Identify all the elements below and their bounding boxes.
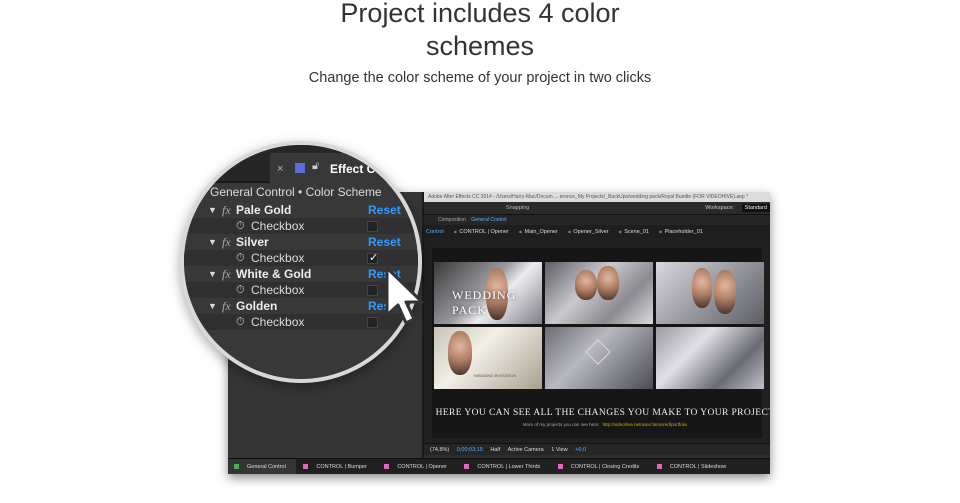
checkbox[interactable]	[367, 317, 378, 328]
composition-tab[interactable]: Composition General Control	[424, 215, 770, 225]
triangle-down-icon[interactable]: ▼	[208, 234, 217, 250]
workspace-label: Workspace:	[705, 205, 735, 211]
timeline-tab-label: CONTROL | Slideshow	[669, 464, 727, 470]
arrow-cursor-icon	[385, 266, 424, 325]
label-color-swatch	[234, 464, 239, 470]
wedding-invitation-text: WEDDING INVITATION	[474, 373, 517, 378]
fx-icon[interactable]: fx	[222, 234, 231, 250]
page-title-line-2: schemes	[425, 31, 535, 61]
tools-toolbar: Snapping Workspace: Standard	[424, 202, 770, 215]
exposure-value[interactable]: +0,0	[575, 444, 586, 455]
timeline-tab[interactable]: CONTROL | Lower Thirds	[458, 459, 550, 474]
breadcrumb-item[interactable]: CONTROL | Opener	[453, 225, 509, 238]
label-color-swatch	[557, 464, 563, 470]
breadcrumb-item[interactable]: Main_Opener	[518, 225, 557, 238]
timeline-tab-label: CONTROL | Closing Credits	[570, 464, 640, 470]
effect-name: Silver	[236, 235, 269, 249]
workspace-selector[interactable]: Workspace: Standard	[699, 204, 770, 212]
breadcrumb-item[interactable]: Placeholder_01	[659, 225, 703, 238]
workspace-value[interactable]: Standard	[741, 204, 770, 212]
reset-button[interactable]: Reset	[368, 202, 401, 218]
project-tab-partial[interactable]: ect	[206, 163, 222, 177]
checkbox-checked[interactable]	[367, 250, 378, 266]
label-color-swatch	[303, 464, 309, 470]
more-projects-text: More of my projects you can see here:	[522, 422, 600, 427]
preview-tile-bride: WEDDING INVITATION	[434, 327, 542, 389]
resolution-select[interactable]: Half	[490, 444, 500, 455]
checkbox[interactable]	[367, 221, 378, 232]
preview-tile-couple	[545, 262, 653, 324]
timeline-tab[interactable]: CONTROL | Closing Credits	[552, 459, 649, 474]
checkbox-label: Checkbox	[251, 315, 305, 329]
lock-icon[interactable]: 🔓︎	[312, 160, 319, 173]
page-subtitle: Change the color scheme of your project …	[308, 70, 652, 86]
label-color-swatch	[656, 464, 662, 470]
triangle-down-icon[interactable]: ▼	[208, 266, 217, 282]
effect-row-pale-gold[interactable]: ▼ fx Pale Gold Reset	[184, 202, 418, 218]
timeline-tab-label: General Control	[247, 464, 286, 470]
fx-icon[interactable]: fx	[222, 202, 231, 218]
label-color-swatch	[464, 464, 470, 470]
preview-tile-couple-2	[656, 262, 764, 324]
composition-tab-label: Composition	[438, 217, 466, 223]
current-time[interactable]: 0;00;03;15	[457, 444, 483, 455]
breadcrumb-item[interactable]: Opener_Silver	[567, 225, 608, 238]
effect-name: Pale Gold	[236, 203, 292, 217]
effect-controls-tab-label: Effect Controls	[330, 162, 417, 176]
preview-more-line: More of my projects you can see here: ht…	[432, 422, 770, 427]
viewer-footer: (74,8%) 0;00;03;15 Half Active Camera 1 …	[424, 443, 770, 455]
fx-icon[interactable]: fx	[222, 298, 231, 314]
magnifier-lens: ect × 🔓︎ Effect Controls General Control…	[180, 141, 422, 383]
composition-viewer[interactable]: WEDDING PACK WEDDING INVITATION HERE YOU…	[424, 238, 770, 443]
timeline-tab[interactable]: CONTROL | Bumper	[297, 459, 376, 474]
triangle-down-icon[interactable]: ▼	[208, 202, 217, 218]
window-title: Adobe After Effects CC 2014 - /Users/Har…	[424, 192, 770, 202]
stopwatch-icon[interactable]: ⏱︎	[236, 282, 245, 298]
checkbox[interactable]	[367, 285, 378, 296]
camera-select[interactable]: Active Camera	[508, 444, 544, 455]
preview-tile-silk	[656, 327, 764, 389]
timeline-tabs: General Control CONTROL | Bumper CONTROL…	[228, 458, 770, 474]
reset-button[interactable]: Reset	[368, 234, 401, 250]
timeline-tab-label: CONTROL | Lower Thirds	[477, 464, 541, 470]
zoom-level[interactable]: (74,8%)	[430, 444, 449, 455]
label-color-swatch	[384, 464, 390, 470]
timeline-tab-label: CONTROL | Bumper	[316, 464, 367, 470]
wedding-pack-title: WEDDING PACK	[452, 288, 517, 317]
breadcrumb-item[interactable]: Scene_01	[618, 225, 649, 238]
effect-controls-heading: General Control • Color Scheme	[210, 185, 382, 199]
timeline-tab-label: CONTROL | Opener	[397, 464, 447, 470]
effect-name: Golden	[236, 299, 278, 313]
timeline-tab[interactable]: CONTROL | Opener	[378, 459, 457, 474]
checkbox-row-pale-gold: ⏱︎ Checkbox	[184, 218, 418, 234]
effect-name: White & Gold	[236, 267, 312, 281]
stopwatch-icon[interactable]: ⏱︎	[236, 218, 245, 234]
close-icon[interactable]: ×	[277, 163, 283, 175]
timeline-tab[interactable]: General Control	[228, 459, 296, 474]
fx-icon[interactable]: fx	[222, 266, 231, 282]
checkbox-label: Checkbox	[251, 251, 305, 265]
breadcrumb-item[interactable]: Control	[426, 225, 444, 238]
view-layout-select[interactable]: 1 View	[551, 444, 567, 455]
effect-row-silver[interactable]: ▼ fx Silver Reset	[184, 234, 418, 250]
preview-canvas: WEDDING PACK WEDDING INVITATION HERE YOU…	[432, 248, 770, 438]
composition-color-swatch	[295, 163, 305, 173]
preview-headline: HERE YOU CAN SEE ALL THE CHANGES YOU MAK…	[435, 408, 770, 418]
composition-breadcrumb: Control CONTROL | Opener Main_Opener Ope…	[424, 225, 770, 238]
emblem-icon	[585, 339, 611, 365]
timeline-tab[interactable]: CONTROL | Slideshow	[651, 459, 736, 474]
checkbox-label: Checkbox	[251, 283, 305, 297]
checkbox-label: Checkbox	[251, 219, 305, 233]
checkbox-row-silver: ⏱︎ Checkbox	[184, 250, 418, 266]
preview-tile-emblem	[545, 327, 653, 389]
page-title-line-1: Project includes 4 color	[340, 0, 620, 28]
panel-tab-bar: ect × 🔓︎ Effect Controls	[184, 145, 418, 183]
portfolio-link[interactable]: http://videohive.net/user/Jarvisred/port…	[603, 422, 688, 427]
stopwatch-icon[interactable]: ⏱︎	[236, 250, 245, 266]
stopwatch-icon[interactable]: ⏱︎	[236, 314, 245, 330]
snapping-toggle[interactable]: Snapping	[506, 205, 529, 211]
preview-tile-wedding-pack: WEDDING PACK	[434, 262, 542, 324]
triangle-down-icon[interactable]: ▼	[208, 298, 217, 314]
composition-name[interactable]: General Control	[471, 217, 506, 223]
